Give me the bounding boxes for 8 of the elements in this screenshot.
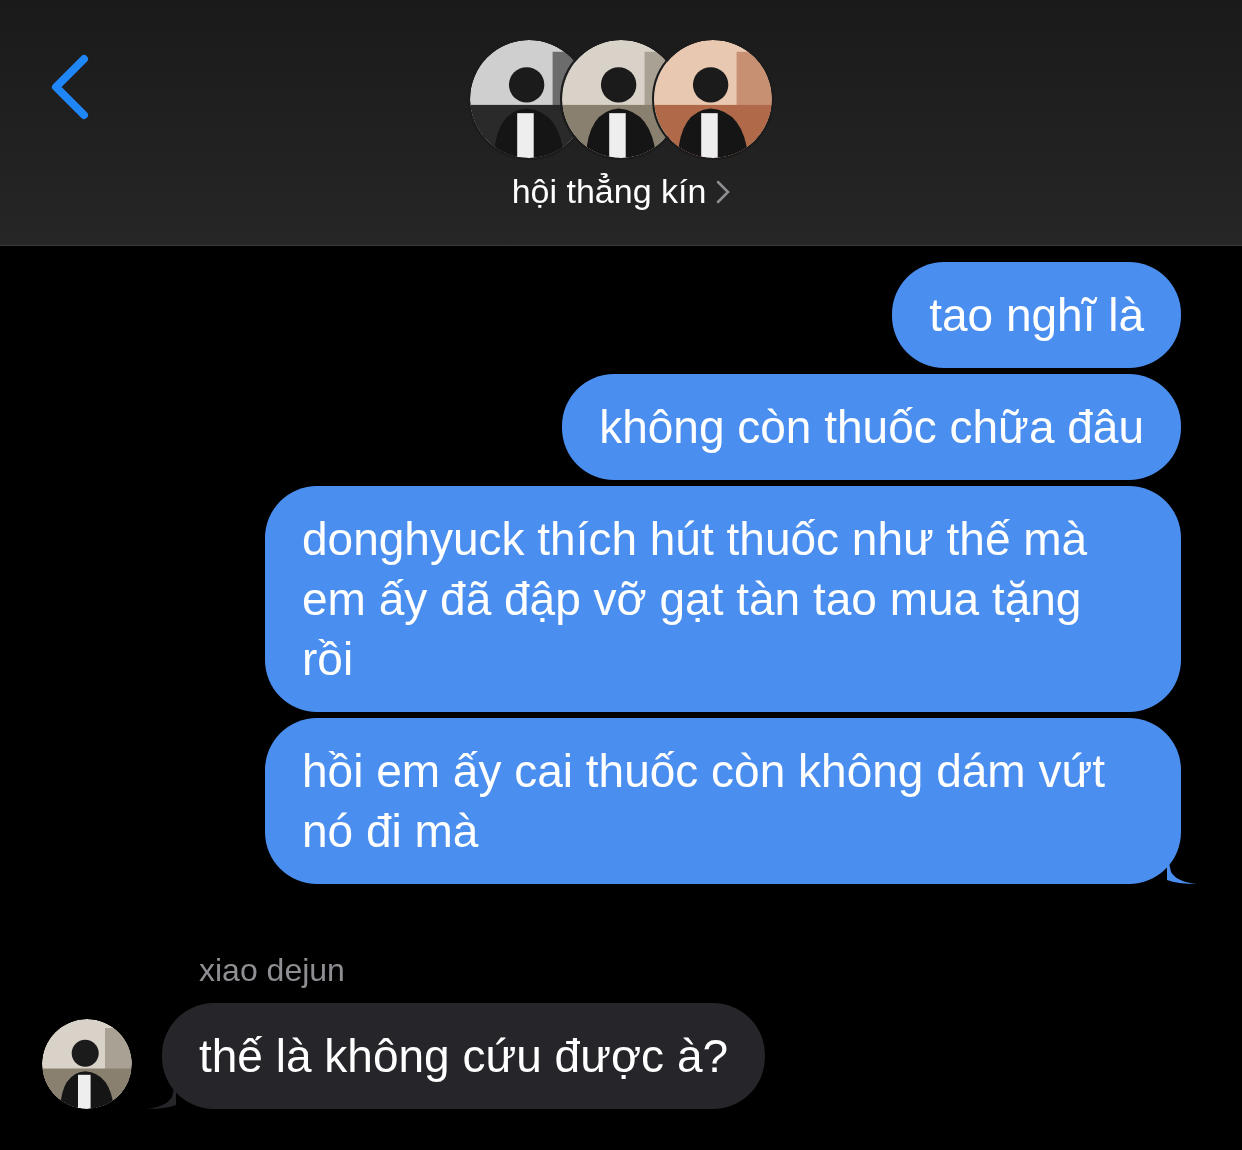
sender-name: xiao dejun: [199, 952, 346, 989]
message-bubble: thế là không cứu được à?: [162, 1003, 766, 1109]
message-bubble: tao nghĩ là: [892, 262, 1181, 368]
group-title[interactable]: hội thẳng kín: [511, 172, 707, 211]
message-bubble: hồi em ấy cai thuốc còn không dám vứt nó đi mà: [265, 718, 1181, 884]
chevron-icon[interactable]: [716, 179, 731, 204]
message-bubble: không còn thuốc chữa đâu: [562, 374, 1181, 480]
message-bubble: donghyuck thích hút thuốc như thế mà em ấy đã đập vỡ gạt tàn tao mua tặng rồi: [265, 486, 1181, 712]
